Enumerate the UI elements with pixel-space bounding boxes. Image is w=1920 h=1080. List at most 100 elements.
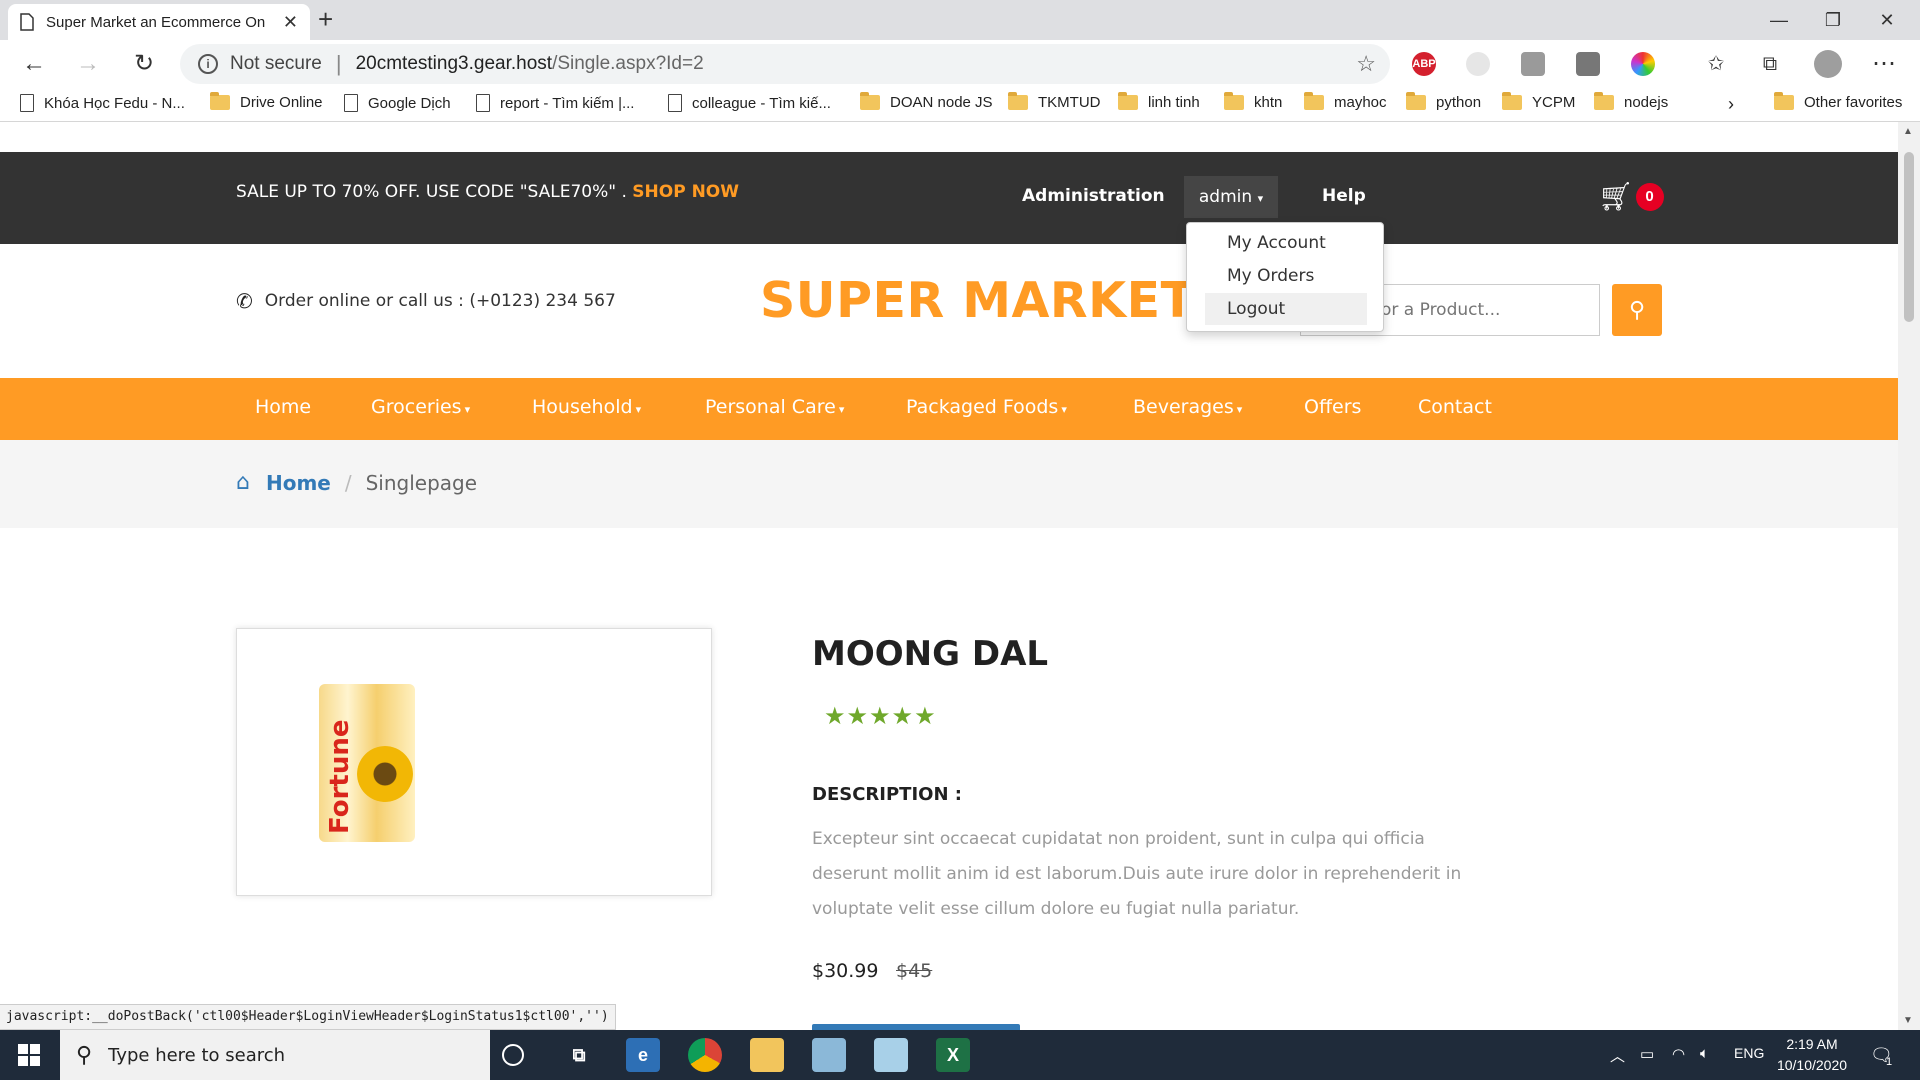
- favorites-icon[interactable]: ✩: [1700, 50, 1732, 78]
- minimize-button[interactable]: —: [1756, 6, 1802, 34]
- refresh-button[interactable]: ↻: [128, 50, 160, 78]
- color-picker-extension-icon[interactable]: [1631, 52, 1655, 76]
- folder-icon: [1224, 92, 1244, 110]
- more-menu-icon[interactable]: ⋯: [1868, 50, 1900, 78]
- my-orders-link[interactable]: My Orders: [1205, 260, 1367, 292]
- chrome-app-icon[interactable]: [688, 1038, 722, 1072]
- home-icon[interactable]: ⌂: [236, 470, 250, 495]
- bookmark-label: nodejs: [1624, 94, 1669, 111]
- bookmark-folder[interactable]: nodejs: [1594, 92, 1669, 111]
- nav-offers[interactable]: Offers: [1304, 396, 1361, 418]
- bookmark-item[interactable]: Google Dịch: [344, 94, 451, 112]
- help-link[interactable]: Help: [1322, 186, 1366, 206]
- bookmark-item[interactable]: report - Tìm kiếm |...: [476, 94, 634, 112]
- scrollbar-thumb[interactable]: [1904, 152, 1914, 322]
- folder-icon: [1008, 92, 1028, 110]
- caret-down-icon: ▾: [464, 403, 471, 416]
- nav-label: Groceries: [371, 396, 462, 418]
- extension-icon[interactable]: [1466, 52, 1490, 76]
- bookmark-item[interactable]: colleague - Tìm kiế...: [668, 94, 831, 112]
- css-extension-icon[interactable]: [1576, 52, 1600, 76]
- bookmark-folder[interactable]: mayhoc: [1304, 92, 1387, 111]
- caret-down-icon: ▾: [1061, 403, 1067, 416]
- profile-avatar[interactable]: [1814, 50, 1842, 78]
- star-icon: ★: [846, 703, 870, 730]
- cortana-icon[interactable]: [502, 1044, 524, 1066]
- excel-app-icon[interactable]: X: [936, 1038, 970, 1072]
- administration-link[interactable]: Administration: [1022, 186, 1165, 206]
- back-button[interactable]: ←: [18, 50, 50, 78]
- page-icon: [20, 94, 34, 112]
- scroll-up-arrow-icon[interactable]: ▲: [1903, 126, 1913, 137]
- product-image[interactable]: Fortune: [236, 628, 712, 896]
- oil-pouch-image: Fortune: [319, 684, 415, 842]
- taskbar-search[interactable]: ⚲ Type here to search: [60, 1030, 490, 1080]
- site-logo[interactable]: SUPER MARKET: [760, 272, 1195, 329]
- nav-packaged-foods[interactable]: Packaged Foods ▾: [906, 396, 1067, 418]
- nav-household[interactable]: Household ▾: [532, 396, 641, 418]
- favorite-star-icon[interactable]: ☆: [1356, 51, 1376, 77]
- bookmark-label: mayhoc: [1334, 94, 1387, 111]
- paint-app-icon[interactable]: [812, 1038, 846, 1072]
- admin-dropdown-button[interactable]: admin ▾: [1184, 176, 1278, 218]
- scroll-down-arrow-icon[interactable]: ▼: [1903, 1015, 1913, 1026]
- edge-app-icon[interactable]: e: [626, 1038, 660, 1072]
- nav-contact[interactable]: Contact: [1418, 396, 1492, 418]
- cart-icon: 🛒︎: [1598, 181, 1634, 212]
- task-view-icon[interactable]: ⧉: [562, 1038, 596, 1072]
- old-price: $45: [896, 960, 933, 982]
- folder-icon: [1502, 92, 1522, 110]
- breadcrumb-current: Singlepage: [365, 470, 478, 495]
- breadcrumb: ⌂ Home / Singlepage: [236, 470, 477, 495]
- close-tab-icon[interactable]: ✕: [283, 12, 298, 33]
- current-price: $30.99: [812, 960, 879, 982]
- bookmark-folder[interactable]: khtn: [1224, 92, 1282, 111]
- caret-down-icon: ▾: [1236, 403, 1243, 416]
- taskbar-clock[interactable]: 2:19 AM 10/10/2020: [1762, 1034, 1862, 1076]
- bookmark-folder[interactable]: python: [1406, 92, 1481, 111]
- notification-count: 1: [1886, 1056, 1893, 1068]
- bookmark-folder[interactable]: linh tinh: [1118, 92, 1200, 111]
- volume-icon[interactable]: 🔈︎: [1700, 1045, 1709, 1062]
- bookmark-folder[interactable]: DOAN node JS: [860, 92, 993, 111]
- address-bar[interactable]: i Not secure | 20cmtesting3.gear.host /S…: [180, 44, 1390, 84]
- bookmarks-overflow-chevron-icon[interactable]: ›: [1728, 94, 1734, 115]
- info-icon[interactable]: i: [198, 54, 218, 74]
- taskbar-search-placeholder: Type here to search: [108, 1044, 286, 1066]
- adblock-extension-icon[interactable]: ABP: [1412, 52, 1436, 76]
- other-favorites-folder[interactable]: Other favorites: [1774, 92, 1902, 111]
- close-window-button[interactable]: ✕: [1864, 6, 1910, 34]
- nav-personal-care[interactable]: Personal Care ▾: [705, 396, 844, 418]
- new-tab-button[interactable]: +: [318, 6, 333, 32]
- windows-start-icon[interactable]: [18, 1044, 40, 1066]
- bookmark-folder[interactable]: TKMTUD: [1008, 92, 1101, 111]
- cart-button[interactable]: 🛒︎ 0: [1598, 180, 1664, 213]
- show-hidden-icons-chevron-icon[interactable]: ︿: [1610, 1045, 1625, 1066]
- star-rating: ★★★★★: [824, 702, 937, 731]
- battery-icon[interactable]: ▭: [1640, 1045, 1654, 1063]
- bookmark-label: YCPM: [1532, 94, 1576, 111]
- search-icon: ⚲: [1628, 297, 1646, 322]
- shop-now-link[interactable]: SHOP NOW: [632, 182, 739, 202]
- logout-link[interactable]: Logout: [1205, 293, 1367, 325]
- search-button[interactable]: ⚲: [1612, 284, 1662, 336]
- forward-button[interactable]: →: [72, 50, 104, 78]
- nav-beverages[interactable]: Beverages ▾: [1133, 396, 1242, 418]
- bookmark-item[interactable]: Khóa Học Fedu - N...: [20, 94, 185, 112]
- language-indicator[interactable]: ENG: [1734, 1045, 1764, 1061]
- wifi-icon[interactable]: ◠: [1672, 1045, 1685, 1063]
- notes-app-icon[interactable]: [874, 1038, 908, 1072]
- breadcrumb-home-link[interactable]: Home: [266, 471, 331, 495]
- nav-home[interactable]: Home: [255, 396, 311, 418]
- link-status-bar: javascript:__doPostBack('ctl00$Header$Lo…: [0, 1004, 616, 1030]
- bookmark-folder[interactable]: Drive Online: [210, 92, 323, 111]
- browser-tab[interactable]: Super Market an Ecommerce Online ✕: [8, 4, 310, 40]
- restore-button[interactable]: ❐: [1810, 6, 1856, 34]
- bookmark-folder[interactable]: YCPM: [1502, 92, 1576, 111]
- file-explorer-icon[interactable]: [750, 1038, 784, 1072]
- my-account-link[interactable]: My Account: [1205, 227, 1367, 259]
- nav-groceries[interactable]: Groceries ▾: [371, 396, 470, 418]
- page-scrollbar[interactable]: ▲ ▼: [1898, 122, 1920, 1030]
- collections-icon[interactable]: ⧉: [1754, 50, 1786, 78]
- cube-extension-icon[interactable]: [1521, 52, 1545, 76]
